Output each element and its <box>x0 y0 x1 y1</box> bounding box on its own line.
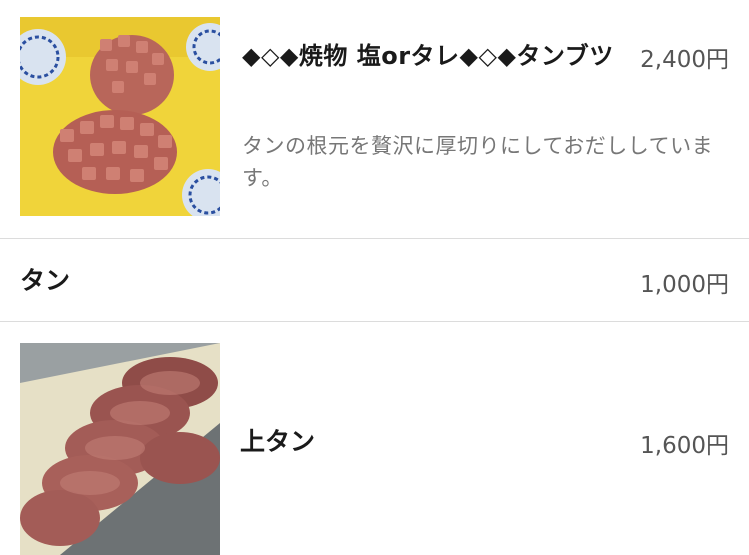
item-price: 1,000円 <box>640 272 729 298</box>
tanbutsu-photo <box>20 17 220 216</box>
item-price: 1,600円 <box>640 433 729 459</box>
item-name: 上タン <box>240 427 316 456</box>
item-name: ◆◇◆焼物 塩orタレ◆◇◆タンブツ <box>242 42 614 70</box>
menu-item-jo-tan[interactable]: 上タン 1,600円 <box>0 322 749 555</box>
item-name: タン <box>20 266 71 295</box>
item-description: タンの根元を贅沢に厚切りにしておだししています。 <box>242 134 714 190</box>
jo-tan-photo <box>20 343 220 555</box>
menu-item-tanbutsu[interactable]: ◆◇◆焼物 塩orタレ◆◇◆タンブツ 2,400円 タンの根元を贅沢に厚切りにし… <box>0 0 749 238</box>
item-price: 2,400円 <box>640 47 729 73</box>
menu-item-tan[interactable]: タン 1,000円 <box>0 239 749 321</box>
